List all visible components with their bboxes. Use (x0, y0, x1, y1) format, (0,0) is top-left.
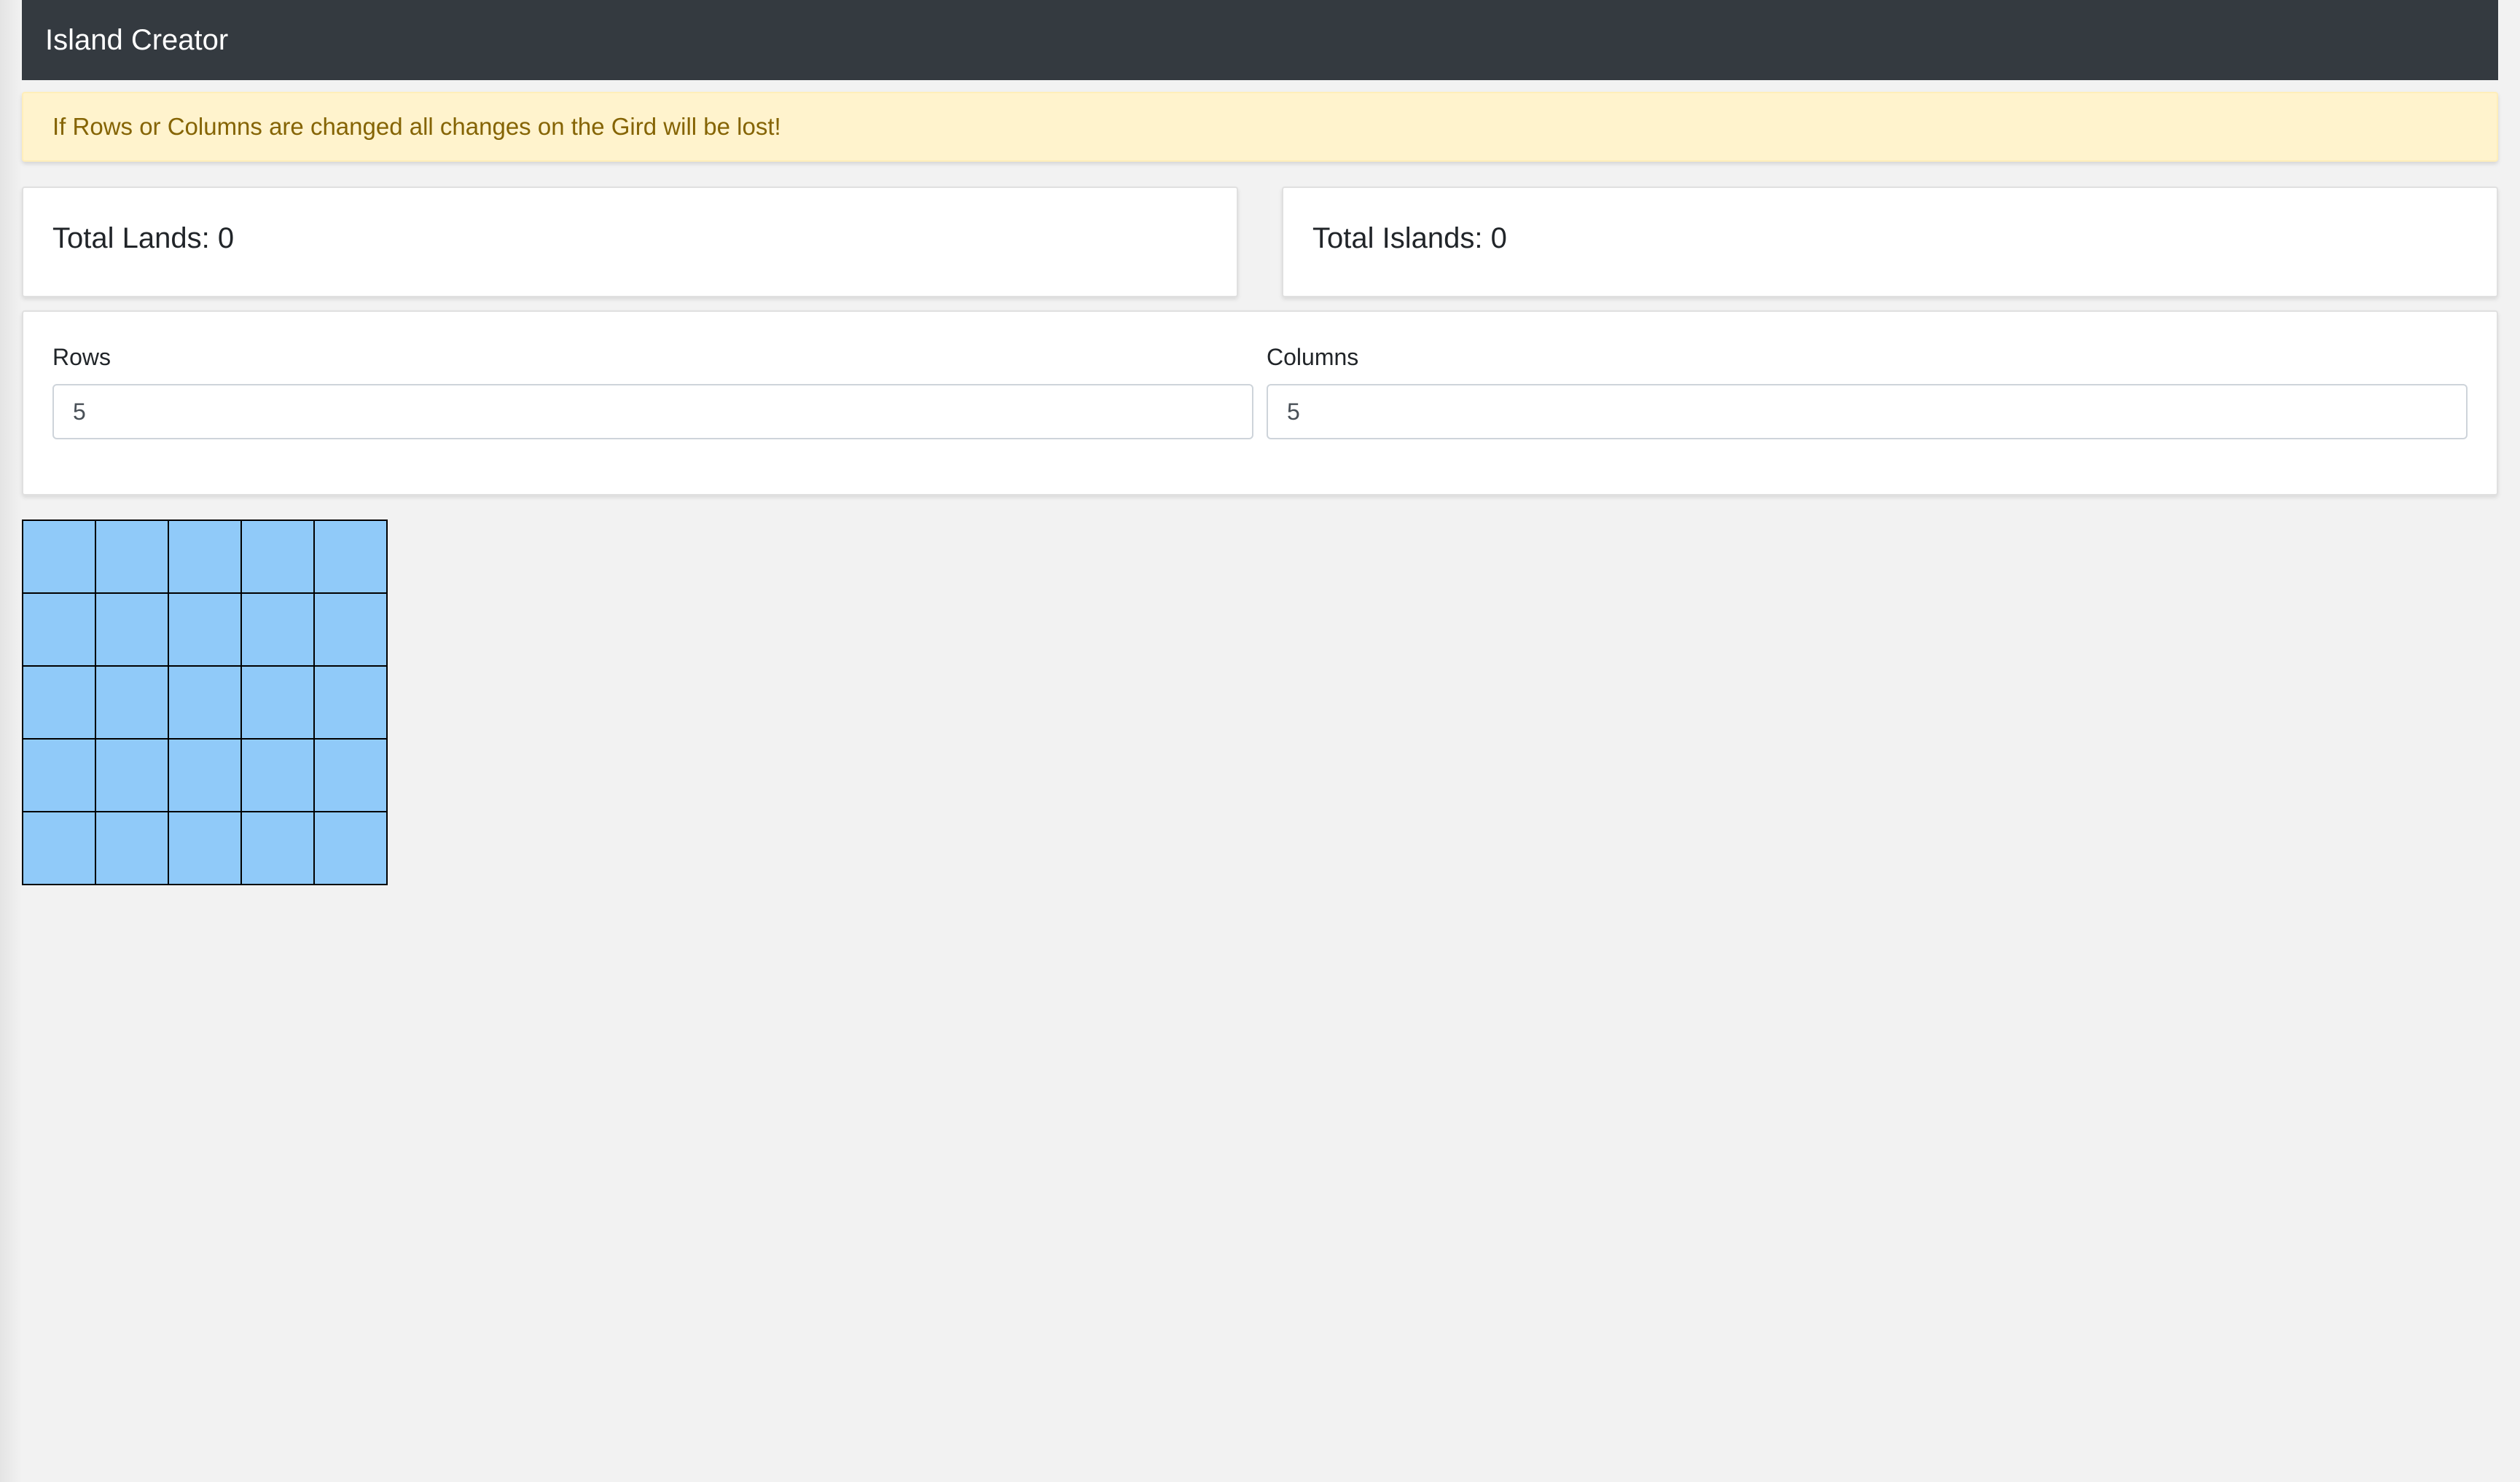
stats-row: Total Lands: 0 Total Islands: 0 (22, 187, 2498, 297)
grid-cell[interactable] (242, 594, 315, 667)
rows-form-group: Rows (52, 344, 1253, 494)
grid-cell[interactable] (96, 521, 169, 594)
page-edge-shadow (0, 0, 22, 1482)
grid-cell[interactable] (23, 812, 96, 885)
grid-cell[interactable] (315, 594, 388, 667)
grid-cell[interactable] (96, 812, 169, 885)
warning-alert-text: If Rows or Columns are changed all chang… (52, 113, 781, 140)
total-lands-card: Total Lands: 0 (22, 187, 1238, 297)
grid-cell[interactable] (242, 740, 315, 812)
rows-label: Rows (52, 344, 111, 370)
app-brand[interactable]: Island Creator (45, 26, 228, 55)
grid-size-form: Rows Columns (22, 310, 2498, 495)
grid-cell[interactable] (315, 667, 388, 740)
grid-cell[interactable] (23, 521, 96, 594)
grid-cell[interactable] (242, 812, 315, 885)
grid-cell[interactable] (169, 521, 242, 594)
grid-cell[interactable] (23, 740, 96, 812)
warning-alert: If Rows or Columns are changed all chang… (22, 92, 2498, 162)
grid-cell[interactable] (96, 594, 169, 667)
grid-cell[interactable] (242, 667, 315, 740)
grid-cell[interactable] (23, 594, 96, 667)
grid-cell[interactable] (96, 667, 169, 740)
grid-cell[interactable] (169, 667, 242, 740)
grid-cell[interactable] (96, 740, 169, 812)
island-grid (22, 520, 388, 885)
grid-cell[interactable] (169, 740, 242, 812)
columns-label: Columns (1267, 344, 1359, 370)
total-islands-card: Total Islands: 0 (1282, 187, 2498, 297)
grid-cell[interactable] (315, 740, 388, 812)
app-container: Island Creator If Rows or Columns are ch… (22, 0, 2498, 885)
columns-form-group: Columns (1267, 344, 2468, 494)
navbar: Island Creator (22, 0, 2498, 80)
grid-cell[interactable] (242, 521, 315, 594)
total-islands-label: Total Islands: 0 (1312, 221, 1507, 254)
grid-cell[interactable] (315, 812, 388, 885)
grid-cell[interactable] (23, 667, 96, 740)
columns-input[interactable] (1267, 384, 2468, 439)
grid-cell[interactable] (315, 521, 388, 594)
grid-cell[interactable] (169, 812, 242, 885)
rows-input[interactable] (52, 384, 1253, 439)
grid-cell[interactable] (169, 594, 242, 667)
total-lands-label: Total Lands: 0 (52, 221, 235, 254)
